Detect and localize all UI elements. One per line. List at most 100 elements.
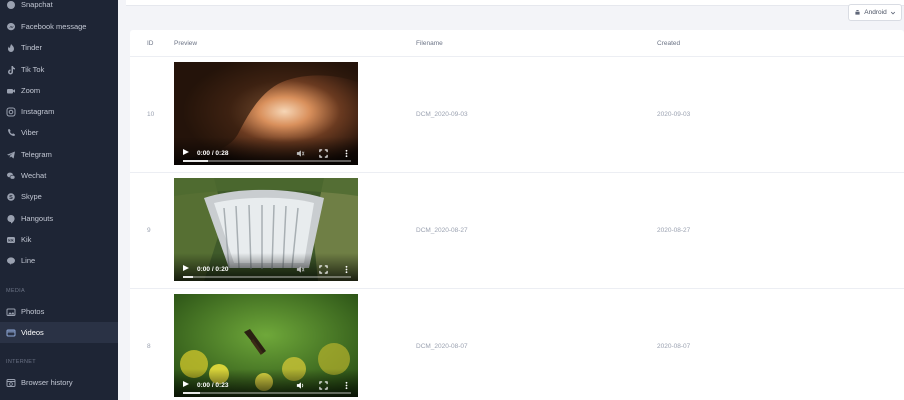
sidebar-item-label: Skype [21,192,42,201]
photos-icon [6,307,16,317]
video-time: 0:00 / 0:28 [197,150,229,157]
more-options-icon[interactable] [342,381,351,390]
sidebar-item-telegram[interactable]: Telegram [0,144,118,165]
chevron-down-icon [890,11,895,14]
sidebar-item-label: Viber [21,128,39,137]
sidebar-item-videos[interactable]: Videos [0,322,118,343]
fullscreen-icon[interactable] [319,381,328,390]
video-progress-track[interactable] [183,276,351,278]
video-player[interactable]: 0:00 / 0:23 [174,294,358,397]
column-header-preview[interactable]: Preview [174,40,197,47]
line-icon [6,256,16,266]
sidebar-item-label: Telegram [21,150,52,159]
android-icon [855,9,860,15]
sidebar-item-tinder[interactable]: Tinder [0,37,118,58]
fullscreen-icon[interactable] [319,265,328,274]
sidebar-item-line[interactable]: Line [0,250,118,271]
sidebar-item-instagram[interactable]: Instagram [0,101,118,122]
mute-icon[interactable] [296,265,305,274]
video-progress-track[interactable] [183,392,351,394]
video-player[interactable]: 0:00 / 0:20 [174,178,358,281]
sidebar-item-label: Kik [21,235,32,244]
row-filename: DCM_2020-08-27 [416,227,468,234]
row-id: 10 [147,111,155,118]
sidebar-item-zoom[interactable]: Zoom [0,80,118,101]
sidebar-item-label: Hangouts [21,214,54,223]
facebook-messenger-icon [6,22,16,32]
sidebar-item-viber[interactable]: Viber [0,122,118,143]
browser-history-icon [6,378,16,388]
sidebar-item-skype[interactable]: S Skype [0,186,118,207]
sidebar-item-label: Photos [21,307,45,316]
play-button[interactable] [183,381,189,387]
mute-icon[interactable] [296,149,305,158]
zoom-icon [6,86,16,96]
play-button[interactable] [183,265,189,271]
wechat-icon [6,171,16,181]
sidebar-item-snapchat[interactable]: Snapchat [0,0,118,15]
video-time: 0:00 / 0:20 [197,266,229,273]
sidebar-item-wechat[interactable]: Wechat [0,165,118,186]
row-filename: DCM_2020-08-07 [416,343,468,350]
more-options-icon[interactable] [342,265,351,274]
sidebar-item-tiktok[interactable]: Tik Tok [0,59,118,80]
svg-text:kik: kik [8,237,14,242]
sidebar-item-label: Browser history [21,378,73,387]
svg-text:S: S [9,195,13,201]
sidebar-item-label: Wechat [21,171,47,180]
sidebar: Snapchat Facebook message Tinder Tik Tok… [0,0,118,400]
section-heading-media: MEDIA [6,288,25,294]
table-row[interactable]: 9 0:00 / 0:20 DCM_2020-08-27 2020-08-27 [130,173,904,289]
play-button[interactable] [183,149,189,155]
sidebar-item-hangouts[interactable]: Hangouts [0,208,118,229]
device-selector[interactable]: Android [848,4,902,21]
videos-icon [6,328,16,338]
sidebar-item-label: Instagram [21,107,55,116]
sidebar-item-browser-history[interactable]: Browser history [0,372,118,393]
tinder-flame-icon [6,43,16,53]
sidebar-item-label: Videos [21,328,44,337]
video-progress-fill [183,276,194,278]
row-created: 2020-09-03 [657,111,691,118]
row-created: 2020-08-07 [657,343,691,350]
video-progress-track[interactable] [183,160,351,162]
row-filename: DCM_2020-09-03 [416,111,468,118]
video-progress-fill [183,392,200,394]
sidebar-item-label: Snapchat [21,0,53,9]
videos-table: ID Preview Filename Created 10 0:00 / 0:… [130,30,904,400]
hangouts-icon [6,214,16,224]
column-header-id[interactable]: ID [147,40,154,47]
sidebar-item-label: Tik Tok [21,65,45,74]
fullscreen-icon[interactable] [319,149,328,158]
skype-icon: S [6,192,16,202]
sidebar-item-label: Zoom [21,86,41,95]
row-id: 9 [147,227,151,234]
device-selector-label: Android [864,9,887,16]
sidebar-item-kik[interactable]: kik Kik [0,229,118,250]
kik-icon: kik [6,235,16,245]
video-progress-fill [183,160,209,162]
row-created: 2020-08-27 [657,227,691,234]
volume-icon[interactable] [296,381,305,390]
sidebar-item-label: Facebook message [21,22,87,31]
tiktok-icon [6,65,16,75]
top-header-bar [126,0,904,6]
sidebar-item-label: Line [21,256,36,265]
column-header-filename[interactable]: Filename [416,40,443,47]
table-row[interactable]: 10 0:00 / 0:28 DCM_2020-09-03 2020-09-03 [130,57,904,173]
instagram-icon [6,107,16,117]
telegram-plane-icon [6,150,16,160]
row-id: 8 [147,343,151,350]
sidebar-item-label: Tinder [21,43,42,52]
column-header-created[interactable]: Created [657,40,680,47]
table-row[interactable]: 8 0:00 / 0:23 DCM_2020-08-07 2020-08-07 [130,289,904,400]
video-time: 0:00 / 0:23 [197,382,229,389]
sidebar-item-facebook-message[interactable]: Facebook message [0,16,118,37]
viber-phone-icon [6,128,16,138]
sidebar-item-photos[interactable]: Photos [0,301,118,322]
video-player[interactable]: 0:00 / 0:28 [174,62,358,165]
table-header: ID Preview Filename Created [130,30,904,57]
section-heading-internet: INTERNET [6,359,36,365]
more-options-icon[interactable] [342,149,351,158]
snapchat-icon [6,0,16,10]
